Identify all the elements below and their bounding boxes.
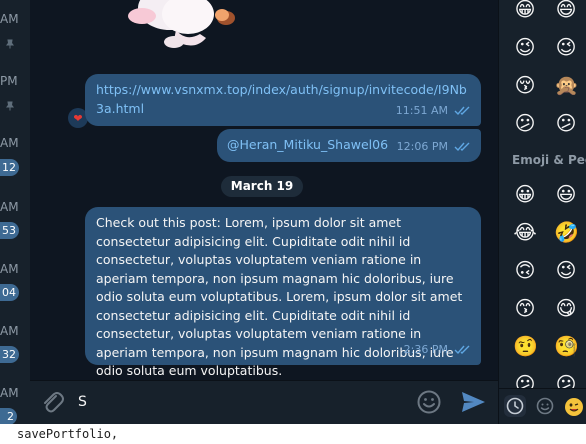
emoji-item[interactable]: 😕 <box>513 111 537 135</box>
message-composer <box>30 380 498 424</box>
emoji-item[interactable]: 😂 <box>513 220 537 244</box>
chat-time: AM <box>0 136 19 150</box>
message-time: 2:36 PM <box>403 342 448 356</box>
emoji-item[interactable]: 😉 <box>554 258 578 282</box>
chat-list-strip: AM PM AM 12 AM 53 AM 04 AM 32 AM 2 <box>0 0 31 425</box>
emoji-section-title: Emoji & Peo <box>512 153 586 167</box>
pin-icon <box>6 39 14 49</box>
emoji-item[interactable]: 😉 <box>554 35 578 59</box>
emoji-item[interactable]: 😁 <box>513 0 537 21</box>
date-separator: March 19 <box>221 176 303 197</box>
smiley-icon[interactable] <box>416 389 442 415</box>
chat-area: ❤ https://www.vsnxmx.top/index/auth/sign… <box>30 0 498 380</box>
message-time: 12:06 PM <box>396 139 448 153</box>
pin-icon <box>6 101 14 111</box>
emoji-item[interactable]: 😄 <box>554 0 578 21</box>
message-input[interactable] <box>78 387 398 417</box>
emoji-item[interactable]: 🧐 <box>554 334 579 358</box>
emoji-panel: 😁 😄 😉 😉 😚 🙊 😕 😕 Emoji & Peo 😀 😃 😂 🤣 🙃 😉 … <box>498 0 586 424</box>
unread-badge: 32 <box>0 346 19 363</box>
emoji-item[interactable]: 🙃 <box>513 258 537 282</box>
emoji-item[interactable]: 🤣 <box>554 220 579 244</box>
emoji-item[interactable]: 😀 <box>513 182 537 206</box>
unread-badge: 12 <box>0 159 19 176</box>
emoji-item[interactable]: 😃 <box>554 182 578 206</box>
mention-link[interactable]: @Heran_Mitiku_Shawel06 <box>227 137 388 152</box>
smiley-icon[interactable] <box>534 395 556 417</box>
chat-time: PM <box>0 74 18 88</box>
chat-time: AM <box>0 386 19 400</box>
paperclip-icon[interactable] <box>40 389 64 415</box>
unread-badge: 04 <box>0 284 19 301</box>
message-bubble[interactable]: Check out this post: Lorem, ipsum dolor … <box>85 207 481 378</box>
message-meta: 11:51 AM <box>396 102 471 121</box>
double-check-icon <box>454 142 470 151</box>
clock-icon[interactable] <box>504 395 526 417</box>
message-meta: 12:06 PM <box>397 138 471 157</box>
emoji-item[interactable]: 🙊 <box>554 73 579 97</box>
send-arrow-icon[interactable] <box>459 388 487 416</box>
unread-badge: 53 <box>0 222 19 239</box>
message-bubble[interactable]: https://www.vsnxmx.top/index/auth/signup… <box>85 74 481 126</box>
emoji-category-tabs <box>499 388 586 424</box>
emoji-face-icon[interactable] <box>562 395 584 417</box>
sticker-image[interactable] <box>114 0 242 52</box>
double-check-icon <box>454 106 470 115</box>
emoji-item[interactable]: 😚 <box>513 73 537 97</box>
unread-badge: 2 <box>0 408 17 425</box>
chat-time: AM <box>0 12 19 26</box>
chat-time: AM <box>0 200 19 214</box>
chat-time: AM <box>0 324 19 338</box>
emoji-item[interactable]: 🤨 <box>513 334 538 358</box>
chat-time: AM <box>0 262 19 276</box>
message-bubble[interactable]: @Heran_Mitiku_Shawel06 12:06 PM <box>217 129 481 162</box>
emoji-item[interactable]: 😉 <box>513 35 537 59</box>
emoji-item[interactable]: 😕 <box>554 111 578 135</box>
emoji-item[interactable]: 😋 <box>554 296 578 320</box>
emoji-item[interactable]: 😙 <box>513 296 537 320</box>
message-time: 11:51 AM <box>395 103 448 117</box>
editor-status-bar: savePortfolio, <box>0 424 586 444</box>
message-meta: 2:36 PM <box>404 341 471 360</box>
double-check-icon <box>454 345 470 354</box>
